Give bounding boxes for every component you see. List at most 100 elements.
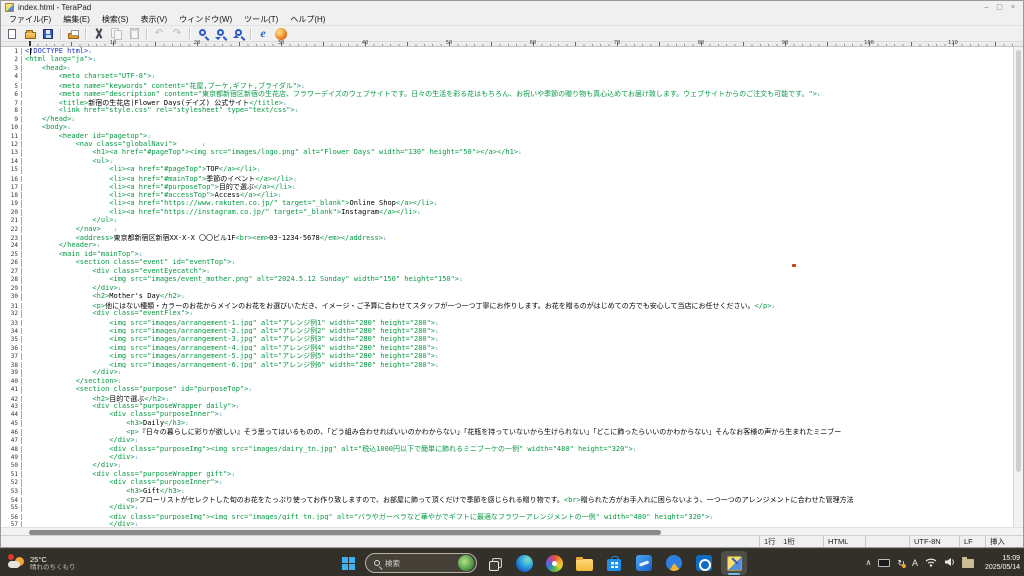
newline-mark: ↓ [189,310,193,318]
maximize-button[interactable]: ▢ [996,1,1003,14]
outlook-button[interactable] [691,551,717,575]
newline-mark: ↓ [134,436,139,444]
search-button[interactable] [193,26,211,41]
code-line: 23 <address>東京都新宿区新宿XX-X-X 〇〇ビル1F<br><em… [1,233,1013,242]
code-line: 13 <h1><a href="#pageTop"><img src="imag… [1,148,1013,157]
code-area[interactable]: 1 <!DOCTYPE html>↓ 2 <html lang="ja">↓ 3 <he… [1,47,1013,527]
clock[interactable]: 15:09 2025/05/14 [981,554,1020,572]
close-button[interactable]: × [1011,1,1015,14]
wifi-icon[interactable] [925,554,937,572]
tray-folder-icon[interactable] [961,557,974,568]
firefox-browser-button[interactable] [272,26,290,41]
clock-time: 15:09 [1002,555,1020,562]
line-number: 32 [1,310,22,318]
line-number: 3 [1,64,22,73]
new-file-button[interactable] [3,26,21,41]
terapad-button[interactable] [721,551,747,575]
menu-item[interactable]: 検索(S) [96,14,135,25]
code-segment: <li><a href="https://www.rakuten.co.jp/"… [25,199,350,208]
ruler-number: 90 [781,40,789,46]
code-line: 55 </div>↓ [1,503,1013,512]
newline-mark: ↓ [816,91,821,98]
code-segment: <div class="purposeWrapper gift"> [25,469,232,478]
code-line: 22 </nav> ↓ [1,225,1013,233]
mail-app-button[interactable] [631,551,657,575]
taskbar-center-group: 検索 [335,551,747,575]
edge-button[interactable] [511,551,537,575]
code-segment: <address> [25,233,114,242]
tray-chevron-icon[interactable]: ∧ [866,558,872,568]
horizontal-scrollbar-thumb[interactable] [29,529,661,535]
menu-item[interactable]: 編集(E) [57,14,96,25]
cut-button[interactable] [89,26,107,41]
ruler-number: 30 [277,40,285,46]
line-number: 24 [1,242,22,250]
line-number: 55 [1,504,22,512]
line-number: 1 [1,48,22,56]
code-line: 27 <div class="eventEyecatch">↓ [1,267,1013,276]
line-number: 21 [1,217,22,225]
newline-mark: ↓ [180,487,185,495]
line-number: 11 [1,132,22,140]
horizontal-scrollbar[interactable] [1,527,1023,535]
open-file-button[interactable] [21,26,39,41]
code-segment: </div> [25,520,135,527]
display-tray-icon[interactable] [878,559,891,567]
code-segment: <ul> [25,156,110,165]
weather-widget[interactable]: 25°C 晴れのちくもり [8,551,76,575]
line-number: 35 [1,336,22,343]
code-segment: </div> [25,461,118,470]
ruler-number: 80 [697,40,705,46]
search-pill[interactable]: 検索 [365,553,477,573]
menu-item[interactable]: ファイル(F) [3,14,57,25]
menu-item[interactable]: 表示(V) [135,14,174,25]
ime-mode-icon[interactable]: A [912,558,918,568]
status-bar: 1行 1桁 HTML UTF-8N LF 挿入 [1,535,1023,547]
code-line: 3 <head>↓ [1,64,1013,73]
menu-item[interactable]: ツール(T) [238,14,284,25]
line-number: 25 [1,250,22,259]
task-view-button[interactable] [481,551,507,575]
search-prev-button[interactable] [229,26,247,41]
menu-item[interactable]: ヘルプ(H) [284,14,331,25]
print-button[interactable] [64,26,82,41]
code-segment: <div class="eventFlex"> [25,309,190,318]
search-next-button[interactable] [211,26,229,41]
code-line: 12 <nav class="globalNavi"> ↓ [1,139,1013,149]
vertical-scrollbar-thumb[interactable] [1016,50,1021,473]
ruler-number: 100 [864,40,874,46]
newline-mark: ↓ [218,479,223,487]
newline-mark: ↓ [291,184,296,191]
code-segment: <nav class="globalNavi"> [25,139,177,148]
sync-tray-icon[interactable]: ↻ [897,558,906,568]
menu-item[interactable]: ウィンドウ(W) [173,14,238,25]
code-segment: Gift [143,486,160,495]
code-segment: <h1><a href="#pageTop"><img src="images/… [25,148,519,157]
line-number: 41 [1,386,22,394]
code-segment: </section> [25,376,118,385]
newline-mark: ↓ [771,302,776,310]
start-button-button[interactable] [335,551,361,575]
line-number: 13 [1,149,22,157]
code-line: 7 <title>新宿の生花店|Flower Days(デイズ) 公式サイト</… [1,98,1013,107]
newline-mark: ↓ [117,369,122,377]
code-line: 35 <img src="images/arrangement-3.jpg" a… [1,334,1013,343]
store-button[interactable] [601,551,627,575]
line-number: 18 [1,191,22,200]
save-button[interactable] [39,26,57,41]
code-line: 51 <div class="purposeWrapper gift">↓ [1,469,1013,479]
code-segment: <meta name="description" content="東京都新宿区… [25,90,817,98]
ie-browser-button[interactable]: e [254,26,272,41]
code-line: 26 <section class="event" id="eventTop">… [1,258,1013,267]
status-cell [865,536,909,547]
photos-button[interactable] [541,551,567,575]
newline-mark: ↓ [109,157,113,165]
volume-icon[interactable] [944,554,955,572]
minimize-button[interactable]: – [984,1,988,14]
help-app-button[interactable] [661,551,687,575]
code-segment: 目的で選ぶ [218,183,254,191]
file-explorer-button[interactable] [571,551,597,575]
vertical-scrollbar[interactable] [1013,47,1023,527]
line-number: 46 [1,429,22,436]
code-line: 50 </div>↓ [1,461,1013,470]
